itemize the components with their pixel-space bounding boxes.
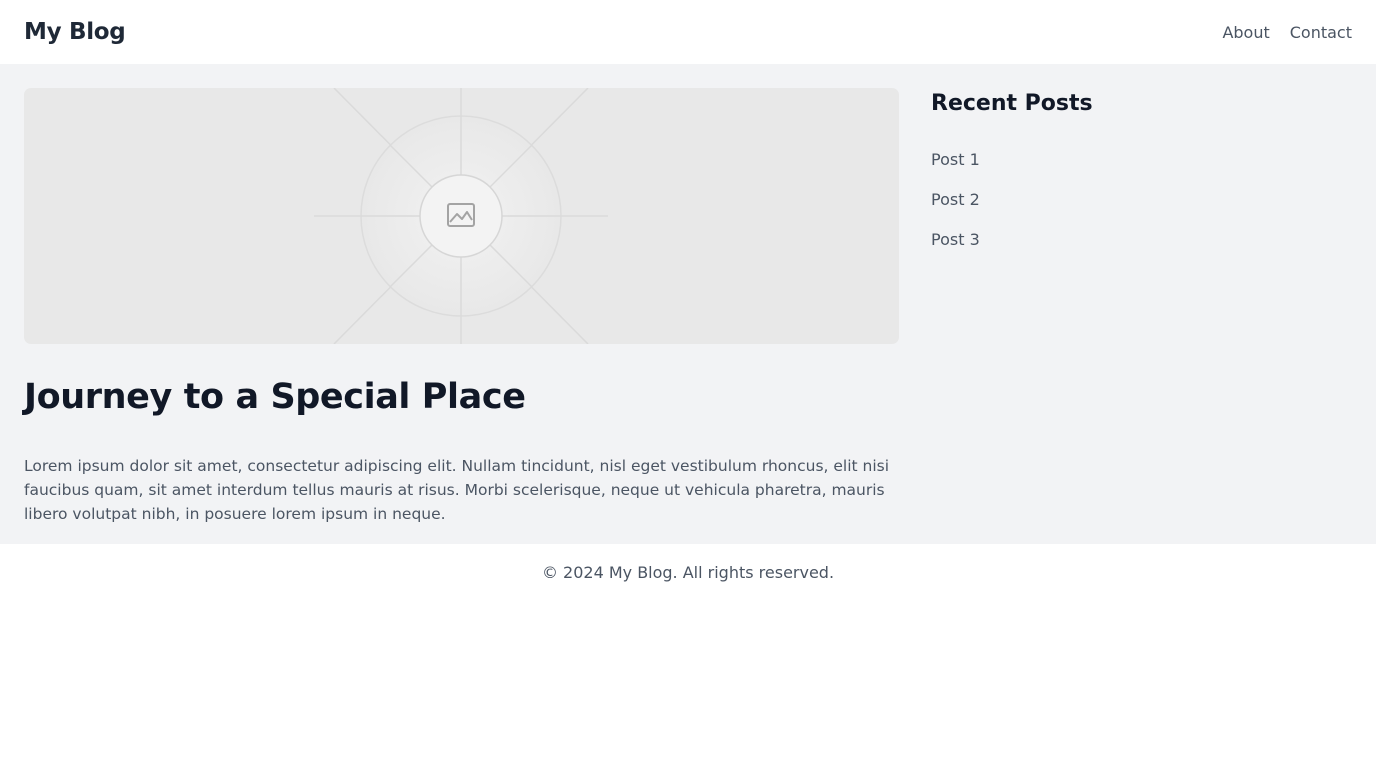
top-nav: About Contact — [1222, 23, 1352, 42]
image-placeholder-graphic — [314, 88, 608, 344]
post-body: Lorem ipsum dolor sit amet, consectetur … — [24, 457, 890, 523]
sidebar: Recent Posts Post 1 Post 2 Post 3 — [931, 88, 1352, 544]
main-area: Journey to a Special Place Lorem ipsum d… — [0, 64, 1376, 544]
copyright-text: © 2024 My Blog. All rights reserved. — [541, 562, 835, 582]
nav-link-contact[interactable]: Contact — [1290, 23, 1352, 42]
site-footer: © 2024 My Blog. All rights reserved. — [0, 544, 1376, 600]
nav-link-about[interactable]: About — [1222, 23, 1269, 42]
recent-posts-heading: Recent Posts — [931, 91, 1093, 116]
post-title: Journey to a Special Place — [24, 377, 526, 417]
site-header: My Blog About Contact — [0, 0, 1376, 64]
site-title[interactable]: My Blog — [24, 19, 126, 45]
post-article: Journey to a Special Place Lorem ipsum d… — [24, 88, 899, 544]
hero-image-placeholder — [24, 88, 899, 344]
recent-post-item-2[interactable]: Post 2 — [931, 180, 1352, 220]
recent-post-item-1[interactable]: Post 1 — [931, 140, 1352, 180]
recent-post-item-3[interactable]: Post 3 — [931, 220, 1352, 260]
recent-posts-list: Post 1 Post 2 Post 3 — [931, 140, 1352, 260]
